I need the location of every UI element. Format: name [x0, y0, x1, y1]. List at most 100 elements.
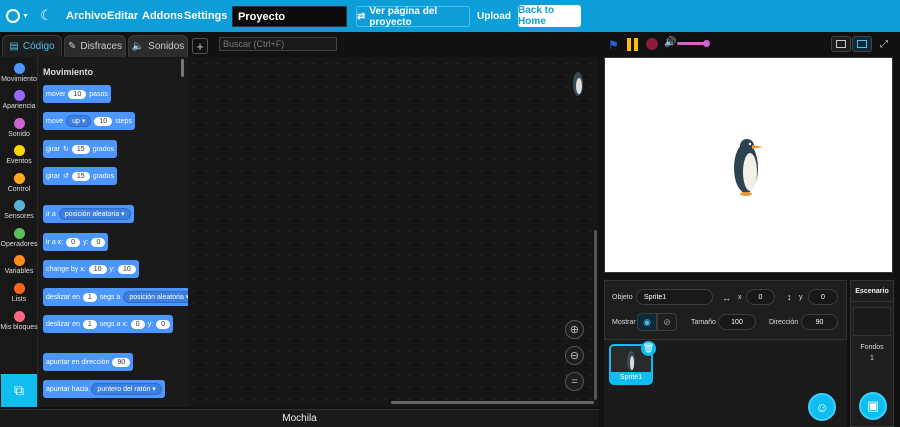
category-menu: Movimiento Apariencia Sonido Eventos Con… — [0, 57, 38, 407]
category-lists[interactable]: Lists — [0, 281, 38, 309]
menu-addons[interactable]: Addons — [142, 10, 183, 22]
block-goto[interactable]: ir a posición aleatoria ▾ — [43, 205, 134, 223]
category-mis-bloques[interactable]: Mis bloques — [0, 309, 38, 337]
sprite-name-field[interactable]: Sprite1 — [636, 289, 713, 305]
penguin-sprite[interactable] — [732, 136, 768, 198]
small-stage-button[interactable] — [831, 36, 851, 52]
stage-canvas[interactable] — [604, 57, 893, 273]
add-backdrop-icon: ▣ — [866, 398, 880, 413]
menu-settings[interactable]: Settings — [184, 10, 227, 22]
tab-sounds[interactable]: 🔈 Sonidos — [128, 35, 188, 57]
workspace-sprite-icon — [573, 72, 583, 96]
block-point-direction[interactable]: apuntar en dirección 90 — [43, 353, 134, 371]
size-field[interactable]: 100 — [718, 314, 756, 330]
stage-divider — [851, 301, 893, 302]
x-label: x — [738, 294, 742, 301]
category-variables[interactable]: Variables — [0, 253, 38, 281]
category-dot — [13, 255, 25, 266]
category-apariencia[interactable]: Apariencia — [0, 88, 38, 116]
menu-editar[interactable]: Editar — [107, 10, 138, 22]
pause-icon[interactable] — [627, 38, 638, 51]
x-arrow-icon: ↔ — [722, 293, 731, 303]
project-title-input[interactable]: Proyecto — [232, 6, 347, 27]
category-dot — [13, 200, 25, 211]
add-sprite-icon: ☺ — [815, 399, 829, 415]
category-dot — [13, 228, 25, 239]
hide-sprite-button[interactable]: ⊘ — [657, 313, 677, 331]
stage-pane-title: Escenario — [855, 288, 889, 295]
eye-icon: ◉ — [643, 316, 651, 327]
block-glide-to[interactable]: deslizar en 1 segs a posición aleatoria ▾ — [43, 288, 188, 306]
backdrop-thumbnail[interactable] — [853, 307, 891, 336]
add-sprite-button[interactable]: ☺ — [808, 393, 836, 421]
show-sprite-button[interactable]: ◉ — [637, 313, 657, 331]
see-project-label: Ver página del proyecto — [369, 5, 438, 28]
code-icon: ▤ — [9, 41, 19, 52]
zoom-out-button[interactable]: ⊖ — [565, 346, 584, 365]
stop-icon[interactable] — [646, 38, 658, 50]
tab-code[interactable]: ▤ Código — [2, 35, 62, 57]
block-glide-xy[interactable]: deslizar en 1 segs a x: 0 y: 0 — [43, 315, 174, 333]
language-globe-icon[interactable] — [6, 9, 20, 23]
sprite-thumb-image — [627, 351, 635, 371]
fullscreen-button[interactable]: ⤢ — [874, 36, 894, 52]
add-tab-button[interactable]: + — [192, 38, 208, 54]
green-flag-icon[interactable]: ⚑ — [608, 38, 619, 52]
block-turn-right[interactable]: girar ↻ 15 grados — [43, 140, 118, 158]
large-stage-icon — [857, 40, 867, 48]
block-point-towards[interactable]: apuntar hacia puntero del ratón ▾ — [43, 380, 165, 398]
zoom-in-button[interactable]: ⊕ — [565, 320, 584, 339]
y-position-field[interactable]: 0 — [808, 289, 838, 305]
trash-icon: 🗑 — [642, 343, 655, 353]
large-stage-button[interactable] — [852, 36, 872, 52]
volume-icon[interactable]: 🔊 — [664, 37, 676, 48]
code-workspace[interactable] — [188, 57, 599, 407]
workspace-h-scrollbar[interactable] — [391, 401, 594, 404]
volume-slider-thumb[interactable] — [703, 40, 710, 47]
category-operadores[interactable]: Operadores — [0, 226, 38, 254]
category-movimiento[interactable]: Movimiento — [0, 61, 38, 89]
block-move-steps[interactable]: mover 10 pasos — [43, 85, 111, 103]
category-dot — [13, 173, 25, 184]
see-project-page-button[interactable]: ⇄ Ver página del proyecto — [356, 5, 470, 28]
category-dot — [13, 145, 25, 156]
sprite-thumb-name: Sprite1 — [611, 372, 651, 383]
category-eventos[interactable]: Eventos — [0, 143, 38, 171]
upload-button[interactable]: Upload — [476, 6, 512, 27]
back-to-home-button[interactable]: Back to Home — [518, 5, 581, 27]
category-sonido[interactable]: Sonido — [0, 116, 38, 144]
rotate-right-icon: ↻ — [63, 146, 69, 153]
category-dot — [13, 90, 25, 101]
eye-slash-icon: ⊘ — [663, 316, 671, 327]
category-dot — [13, 311, 25, 322]
add-backdrop-button[interactable]: ▣ — [859, 392, 887, 420]
zoom-reset-button[interactable]: = — [565, 372, 584, 391]
category-control[interactable]: Control — [0, 171, 38, 199]
tab-costumes[interactable]: ✎ Disfraces — [64, 35, 126, 57]
direction-field[interactable]: 90 — [801, 314, 838, 330]
fondos-count: 1 — [870, 355, 874, 362]
y-label: y — [799, 294, 803, 301]
menu-archivo[interactable]: Archivo — [66, 10, 107, 22]
delete-sprite-button[interactable]: 🗑 — [641, 341, 656, 356]
brush-icon: ✎ — [67, 41, 77, 52]
block-change-by[interactable]: change by x: 10 y: 10 — [43, 260, 139, 278]
add-extension-button[interactable]: ⧉ — [1, 374, 37, 407]
palette-section-title: Movimiento — [43, 67, 94, 77]
block-turn-left[interactable]: girar ↺ 15 grados — [43, 167, 118, 185]
category-sensores[interactable]: Sensores — [0, 198, 38, 226]
search-input[interactable]: Buscar (Ctrl+F) — [219, 37, 337, 51]
backpack-bar[interactable]: Mochila — [0, 409, 599, 427]
block-goto-xy[interactable]: ir a x: 0 y: 0 — [43, 233, 109, 251]
x-position-field[interactable]: 0 — [746, 289, 775, 305]
workspace-v-scrollbar[interactable] — [594, 230, 597, 400]
category-dot — [13, 118, 25, 129]
menu-bar: ▼ ☾ Archivo Editar Addons Settings Proye… — [0, 0, 900, 32]
category-dot — [13, 283, 25, 294]
chevron-down-icon[interactable]: ▼ — [22, 13, 29, 20]
block-palette: Movimiento mover 10 pasos move up ▾ 10 steps … — [38, 57, 188, 407]
palette-scrollbar[interactable] — [181, 59, 184, 77]
swap-arrows-icon: ⇄ — [357, 11, 366, 22]
theme-moon-icon[interactable]: ☾ — [40, 7, 53, 24]
block-move-direction[interactable]: move up ▾ 10 steps — [43, 112, 135, 130]
